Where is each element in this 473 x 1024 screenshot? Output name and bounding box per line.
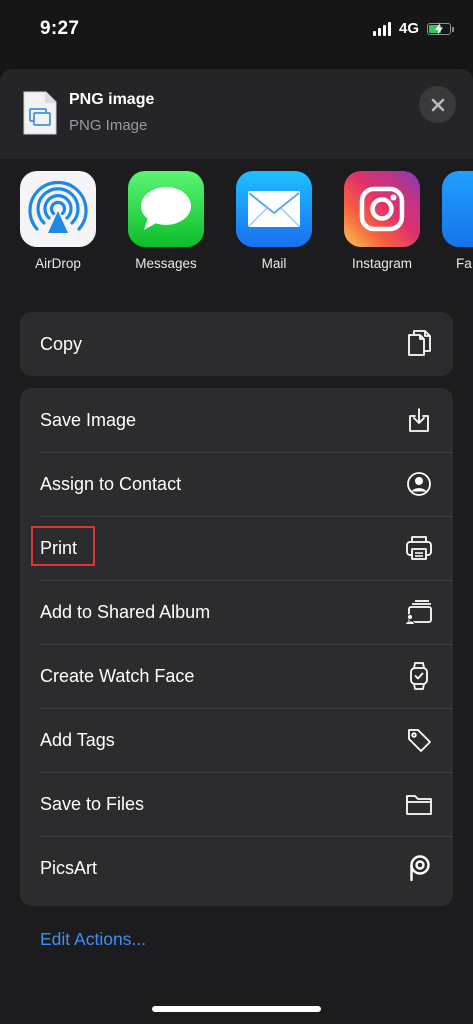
watch-icon bbox=[405, 662, 433, 690]
picsart-row[interactable]: PicsArt bbox=[20, 836, 453, 900]
app-label: Mail bbox=[261, 256, 287, 271]
save-image-label: Save Image bbox=[40, 409, 137, 430]
printer-icon bbox=[405, 534, 433, 562]
assign-contact-label: Assign to Contact bbox=[40, 473, 182, 494]
edit-actions-link[interactable]: Edit Actions... bbox=[40, 929, 146, 950]
print-row[interactable]: Print bbox=[20, 516, 453, 580]
image-file-icon bbox=[22, 90, 58, 136]
messages-icon bbox=[128, 171, 204, 247]
home-indicator[interactable] bbox=[152, 1006, 321, 1012]
close-button[interactable] bbox=[419, 86, 456, 123]
share-sheet-screen: 9:27 4G PNG image PNG Image AirDrop Mess… bbox=[0, 0, 473, 1024]
tag-icon bbox=[405, 726, 433, 754]
airdrop-icon bbox=[20, 171, 96, 247]
watch-face-label: Create Watch Face bbox=[40, 665, 195, 686]
shared-album-label: Add to Shared Album bbox=[40, 601, 211, 622]
copy-row[interactable]: Copy bbox=[20, 312, 453, 376]
contact-icon bbox=[405, 470, 433, 498]
mail-icon bbox=[236, 171, 312, 247]
app-airdrop[interactable]: AirDrop bbox=[10, 171, 106, 271]
file-title: PNG image bbox=[69, 91, 155, 108]
shared-album-icon bbox=[405, 598, 433, 626]
app-label: Instagram bbox=[351, 256, 413, 271]
sheet-header: PNG image PNG Image bbox=[0, 69, 473, 159]
save-image-icon bbox=[405, 406, 433, 434]
app-messages[interactable]: Messages bbox=[118, 171, 214, 271]
app-facebook[interactable]: Fa bbox=[442, 171, 473, 271]
copy-label: Copy bbox=[40, 333, 83, 354]
add-tags-label: Add Tags bbox=[40, 729, 115, 750]
app-row: AirDrop Messages Mail Instagram Fa bbox=[0, 171, 473, 281]
instagram-icon bbox=[344, 171, 420, 247]
app-label: Fa bbox=[456, 256, 472, 271]
shared-album-row[interactable]: Add to Shared Album bbox=[20, 580, 453, 644]
app-label: Messages bbox=[135, 256, 197, 271]
folder-icon bbox=[405, 790, 433, 818]
facebook-icon bbox=[442, 171, 473, 247]
save-files-label: Save to Files bbox=[40, 793, 145, 814]
share-sheet: PNG image PNG Image AirDrop Messages Mai… bbox=[0, 69, 473, 1024]
battery-icon bbox=[427, 22, 454, 35]
file-subtitle: PNG Image bbox=[69, 117, 148, 134]
app-mail[interactable]: Mail bbox=[226, 171, 322, 271]
signal-icon bbox=[372, 21, 391, 36]
status-time: 9:27 bbox=[40, 18, 80, 39]
actions-group: Save Image Assign to Contact Print Add t… bbox=[20, 388, 453, 906]
status-indicators: 4G bbox=[372, 20, 454, 37]
app-label: AirDrop bbox=[35, 256, 81, 271]
add-tags-row[interactable]: Add Tags bbox=[20, 708, 453, 772]
network-label: 4G bbox=[398, 20, 419, 37]
picsart-icon bbox=[405, 854, 433, 882]
copy-group: Copy bbox=[20, 312, 453, 376]
print-highlight-box bbox=[31, 526, 95, 566]
assign-contact-row[interactable]: Assign to Contact bbox=[20, 452, 453, 516]
picsart-label: PicsArt bbox=[40, 857, 98, 878]
watch-face-row[interactable]: Create Watch Face bbox=[20, 644, 453, 708]
save-image-row[interactable]: Save Image bbox=[20, 388, 453, 452]
copy-icon bbox=[405, 330, 433, 358]
app-instagram[interactable]: Instagram bbox=[334, 171, 430, 271]
save-files-row[interactable]: Save to Files bbox=[20, 772, 453, 836]
status-bar: 9:27 4G bbox=[0, 0, 473, 60]
close-icon bbox=[431, 98, 444, 111]
